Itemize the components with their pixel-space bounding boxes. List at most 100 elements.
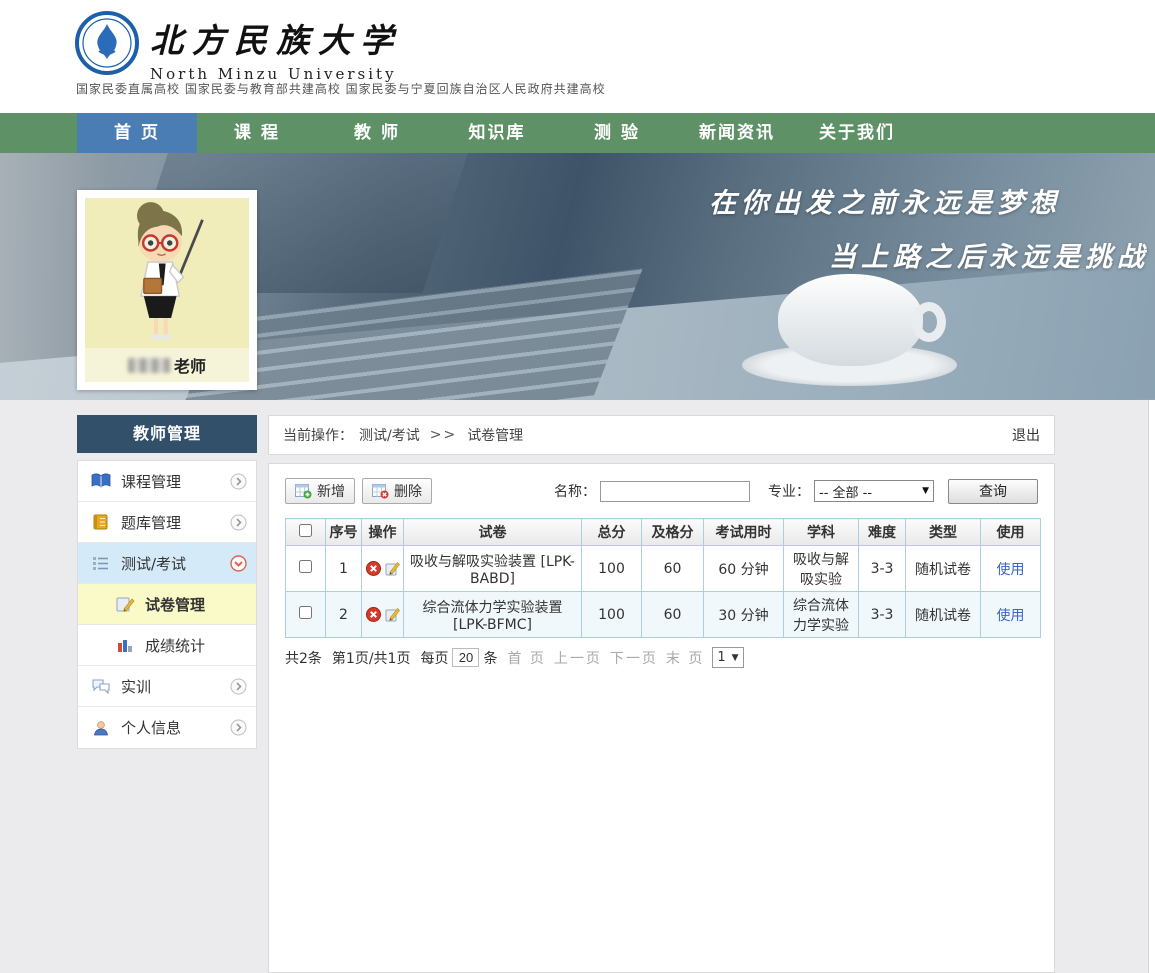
- col-header-use: 使用: [981, 519, 1041, 546]
- table-row: 1 吸收与解吸实验装置 [LPK-BABD] 100: [286, 546, 1041, 592]
- sidebar-item-label: 实训: [121, 676, 151, 697]
- teacher-avatar-illustration: [85, 198, 249, 348]
- sidebar-item-course-management[interactable]: 课程管理: [78, 461, 256, 502]
- sidebar-item-label: 成绩统计: [145, 635, 205, 656]
- table-delete-icon: [372, 484, 389, 499]
- dropdown-arrow-icon: ▼: [922, 486, 929, 496]
- pagination-total: 共2条: [285, 648, 322, 668]
- sidebar-item-label: 试卷管理: [145, 594, 205, 615]
- sidebar-item-practical-training[interactable]: 实训: [78, 666, 256, 707]
- cell-paper: 综合流体力学实验装置 [LPK-BFMC]: [404, 592, 582, 638]
- slogan-line-1: 在你出发之前永远是梦想: [709, 181, 1149, 220]
- chevron-right-icon: [230, 719, 247, 736]
- delete-button[interactable]: 删除: [362, 478, 432, 504]
- nav-item-about[interactable]: 关于我们: [797, 113, 917, 153]
- per-page-input[interactable]: [452, 648, 479, 667]
- col-header-pass: 及格分: [642, 519, 704, 546]
- nav-item-courses[interactable]: 课 程: [197, 113, 317, 153]
- teacher-avatar-card: 老师: [77, 190, 257, 390]
- banner-slogan: 在你出发之前永远是梦想 当上路之后永远是挑战: [709, 181, 1149, 274]
- query-button[interactable]: 查询: [948, 479, 1038, 504]
- book-icon: [91, 472, 111, 490]
- select-all-checkbox[interactable]: [299, 524, 312, 537]
- breadcrumb-separator: >>: [430, 427, 457, 443]
- pagination-page-info: 第1页/共1页: [332, 648, 411, 668]
- sidebar-item-label: 题库管理: [121, 512, 181, 533]
- edit-row-icon[interactable]: [385, 561, 400, 576]
- table-row: 2 综合流体力学实验装置 [LPK-BFMC] 100: [286, 592, 1041, 638]
- nav-item-tests[interactable]: 测 验: [557, 113, 677, 153]
- prev-page-link[interactable]: 上一页: [554, 648, 602, 668]
- add-button-label: 新增: [317, 481, 345, 501]
- major-select[interactable]: -- 全部 -- ▼: [814, 480, 934, 502]
- breadcrumb-prefix: 当前操作：: [283, 425, 353, 445]
- delete-row-icon[interactable]: [366, 561, 381, 576]
- col-header-difficulty: 难度: [859, 519, 906, 546]
- toolbar: 新增 删除 名称： 专业： -- 全部 --: [285, 477, 1038, 505]
- last-page-link[interactable]: 末 页: [666, 648, 704, 668]
- delete-button-label: 删除: [394, 481, 422, 501]
- chevron-right-icon: [230, 678, 247, 695]
- nav-item-teachers[interactable]: 教 师: [317, 113, 437, 153]
- col-header-type: 类型: [906, 519, 981, 546]
- logout-link[interactable]: 退出: [1012, 425, 1040, 445]
- name-field-label: 名称：: [554, 481, 596, 501]
- university-tagline: 国家民委直属高校 国家民委与教育部共建高校 国家民委与宁夏回族自治区人民政府共建…: [76, 80, 606, 97]
- slogan-line-2: 当上路之后永远是挑战: [709, 235, 1149, 274]
- cell-pass: 60: [642, 592, 704, 638]
- cell-paper: 吸收与解吸实验装置 [LPK-BABD]: [404, 546, 582, 592]
- use-link[interactable]: 使用: [997, 608, 1025, 624]
- major-select-value: -- 全部 --: [819, 482, 872, 501]
- notebook-icon: [91, 513, 111, 531]
- name-input[interactable]: [600, 481, 750, 502]
- scrollbar-track[interactable]: [1148, 400, 1155, 973]
- first-page-link[interactable]: 首 页: [507, 648, 545, 668]
- cell-duration: 30 分钟: [704, 592, 784, 638]
- row-checkbox[interactable]: [299, 606, 312, 619]
- sidebar-item-question-bank[interactable]: 题库管理: [78, 502, 256, 543]
- cell-operations: [362, 546, 404, 592]
- nav-item-news[interactable]: 新闻资讯: [677, 113, 797, 153]
- col-header-duration: 考试用时: [704, 519, 784, 546]
- page-number-select[interactable]: 1 ▼: [712, 647, 743, 668]
- university-name-cn: 北方民族大学: [150, 14, 402, 62]
- next-page-link[interactable]: 下一页: [610, 648, 658, 668]
- row-checkbox[interactable]: [299, 560, 312, 573]
- university-logo: [75, 11, 139, 75]
- page: 北方民族大学 North Minzu University 国家民委直属高校 国…: [0, 0, 1155, 973]
- papers-table: 序号 操作 试卷 总分 及格分 考试用时 学科 难度 类型 使用 1: [285, 518, 1041, 638]
- bar-chart-icon: [115, 636, 135, 654]
- teacher-name-suffix: 老师: [174, 353, 206, 377]
- major-field-label: 专业：: [768, 481, 810, 501]
- cell-type: 随机试卷: [906, 546, 981, 592]
- sidebar-menu: 课程管理 题库管理: [77, 460, 257, 749]
- nav-item-home[interactable]: 首 页: [77, 113, 197, 153]
- sidebar-item-paper-management[interactable]: 试卷管理: [78, 584, 256, 625]
- cell-duration: 60 分钟: [704, 546, 784, 592]
- main-panel: 新增 删除 名称： 专业： -- 全部 --: [268, 463, 1055, 973]
- use-link[interactable]: 使用: [997, 562, 1025, 578]
- delete-row-icon[interactable]: [366, 607, 381, 622]
- cell-type: 随机试卷: [906, 592, 981, 638]
- dropdown-arrow-icon: ▼: [732, 653, 739, 663]
- pagination: 共2条 第1页/共1页 每页 条 首 页 上一页 下一页 末 页 1 ▼: [285, 647, 1038, 668]
- breadcrumb: 当前操作： 测试/考试 >> 试卷管理 退出: [268, 415, 1055, 455]
- edit-row-icon[interactable]: [385, 607, 400, 622]
- sidebar-item-label: 个人信息: [121, 717, 181, 738]
- cell-difficulty: 3-3: [859, 592, 906, 638]
- nav-item-knowledge[interactable]: 知识库: [437, 113, 557, 153]
- sidebar-item-personal-info[interactable]: 个人信息: [78, 707, 256, 748]
- sidebar-item-score-statistics[interactable]: 成绩统计: [78, 625, 256, 666]
- page-number-value: 1: [717, 650, 725, 665]
- select-all-header: [286, 519, 326, 546]
- sidebar-item-label: 课程管理: [121, 471, 181, 492]
- col-header-total: 总分: [582, 519, 642, 546]
- teacher-cartoon-icon: [85, 198, 249, 348]
- add-button[interactable]: 新增: [285, 478, 355, 504]
- list-icon: [91, 554, 111, 572]
- sidebar-item-tests-exams[interactable]: 测试/考试: [78, 543, 256, 584]
- cell-difficulty: 3-3: [859, 546, 906, 592]
- col-header-operation: 操作: [362, 519, 404, 546]
- edit-paper-icon: [115, 595, 135, 613]
- table-add-icon: [295, 484, 312, 499]
